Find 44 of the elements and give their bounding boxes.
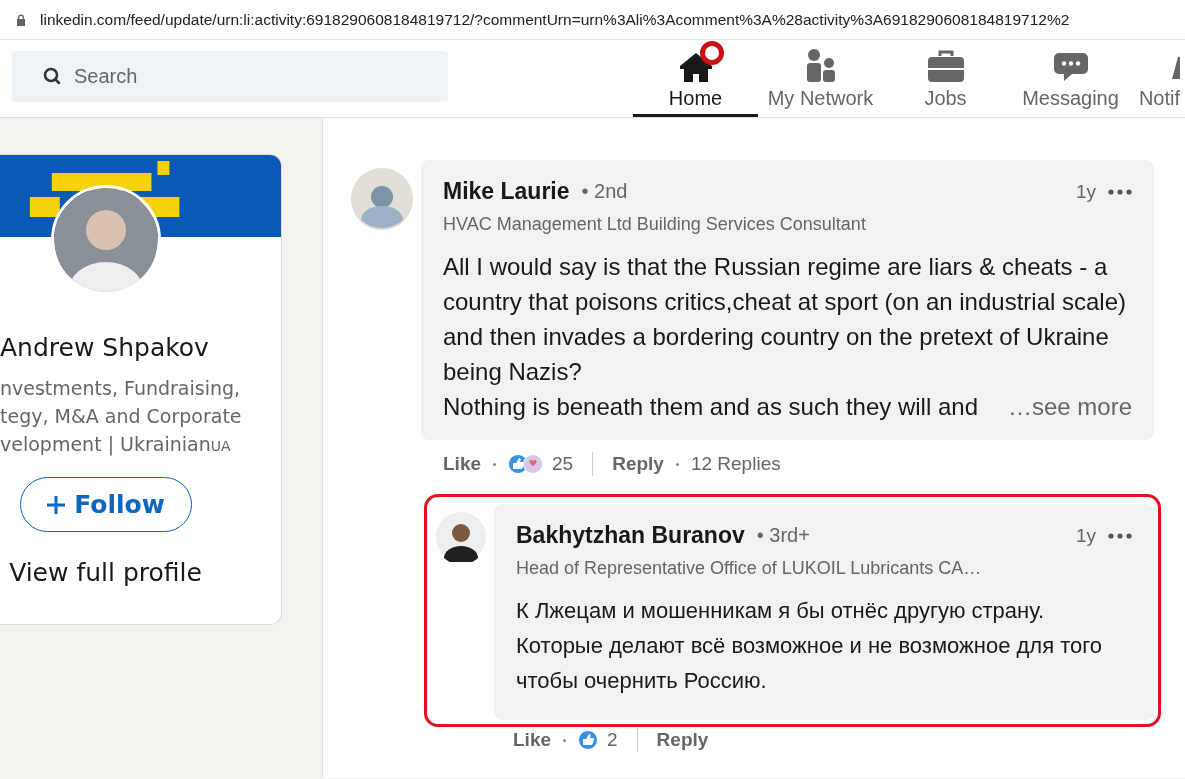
profile-name[interactable]: Andrew Shpakov (0, 333, 209, 362)
comment-text: К Лжецам и мошенникам я бы отнёс другую страну. Которые делают всё возможное и не возможное для того чтобы очернить Россию. (516, 598, 1103, 693)
url-text: linkedin.com/feed/update/urn:li:activity:6918290608184819712/?commentUrn=urn%3Ali%3Acomment%3A%28activity%3A6918290608184819712%2 (40, 10, 1070, 29)
nav-tab[interactable]: Jobs (883, 43, 1008, 117)
author-headline: HVAC Management Ltd Building Services Consultant (443, 214, 867, 235)
comment-text: Nothing is beneath them and as such they will and (443, 392, 978, 422)
address-bar[interactable]: linkedin.com/feed/update/urn:li:activity:6918290608184819712/?commentUrn=urn%3Ali%3Acomment%3A%28activity%3A6918290608184819712%2 (0, 0, 1185, 40)
view-profile-link[interactable]: View full profile (9, 558, 202, 587)
nav-tab[interactable]: My Network (758, 43, 883, 117)
home-icon (677, 51, 714, 83)
plus-icon (46, 494, 67, 515)
more-icon[interactable] (1108, 188, 1132, 195)
reaction-count[interactable]: 2 (607, 729, 618, 751)
more-icon[interactable] (1108, 532, 1132, 539)
timestamp: 1y (1075, 180, 1096, 203)
reply-link[interactable]: Reply (612, 453, 664, 475)
timestamp: 1y (1075, 524, 1096, 547)
briefcase-icon (926, 49, 965, 83)
profile-headline: velopment | UkrainianUA (0, 432, 231, 458)
author-name[interactable]: Mike Laurie (443, 178, 570, 205)
reply-link[interactable]: Reply (656, 729, 709, 751)
author-name[interactable]: Bakhytzhan Buranov (516, 522, 745, 549)
replies-link[interactable]: 12 Replies (690, 453, 781, 475)
heart-hand-icon[interactable] (523, 454, 544, 474)
lock-icon (16, 13, 26, 26)
thumbs-up-icon[interactable] (578, 730, 599, 750)
reaction-count[interactable]: 25 (552, 453, 574, 475)
author-headline: Head of Representative Office of LUKOIL Lubricants CA… (516, 558, 983, 579)
profile-headline: nvestments, Fundraising, (0, 376, 241, 401)
avatar[interactable] (436, 512, 486, 562)
comment-text: All I would say is that the Russian regime are liars & cheats - a country that poisons critics,cheat at sport (on an industrial scale) and then invades a bordering country on the pretext of Ukraine being Nazis? (443, 253, 1126, 385)
profile-headline: tegy, M&A and Corporate (0, 404, 242, 429)
like-link[interactable]: Like (513, 729, 552, 751)
nav-tab[interactable]: Notif (1133, 43, 1180, 117)
chat-icon (1052, 51, 1089, 83)
search-field[interactable]: Search (12, 51, 448, 102)
see-more-link[interactable]: …see more (1007, 389, 1132, 424)
nav-tab[interactable]: Messaging (1008, 43, 1133, 117)
connection-degree: • 2nd (581, 180, 628, 203)
avatar[interactable] (50, 185, 161, 295)
follow-button[interactable]: Follow (19, 477, 192, 532)
like-link[interactable]: Like (443, 453, 482, 475)
search-icon (42, 66, 62, 86)
connection-degree: • 3rd+ (756, 524, 810, 547)
